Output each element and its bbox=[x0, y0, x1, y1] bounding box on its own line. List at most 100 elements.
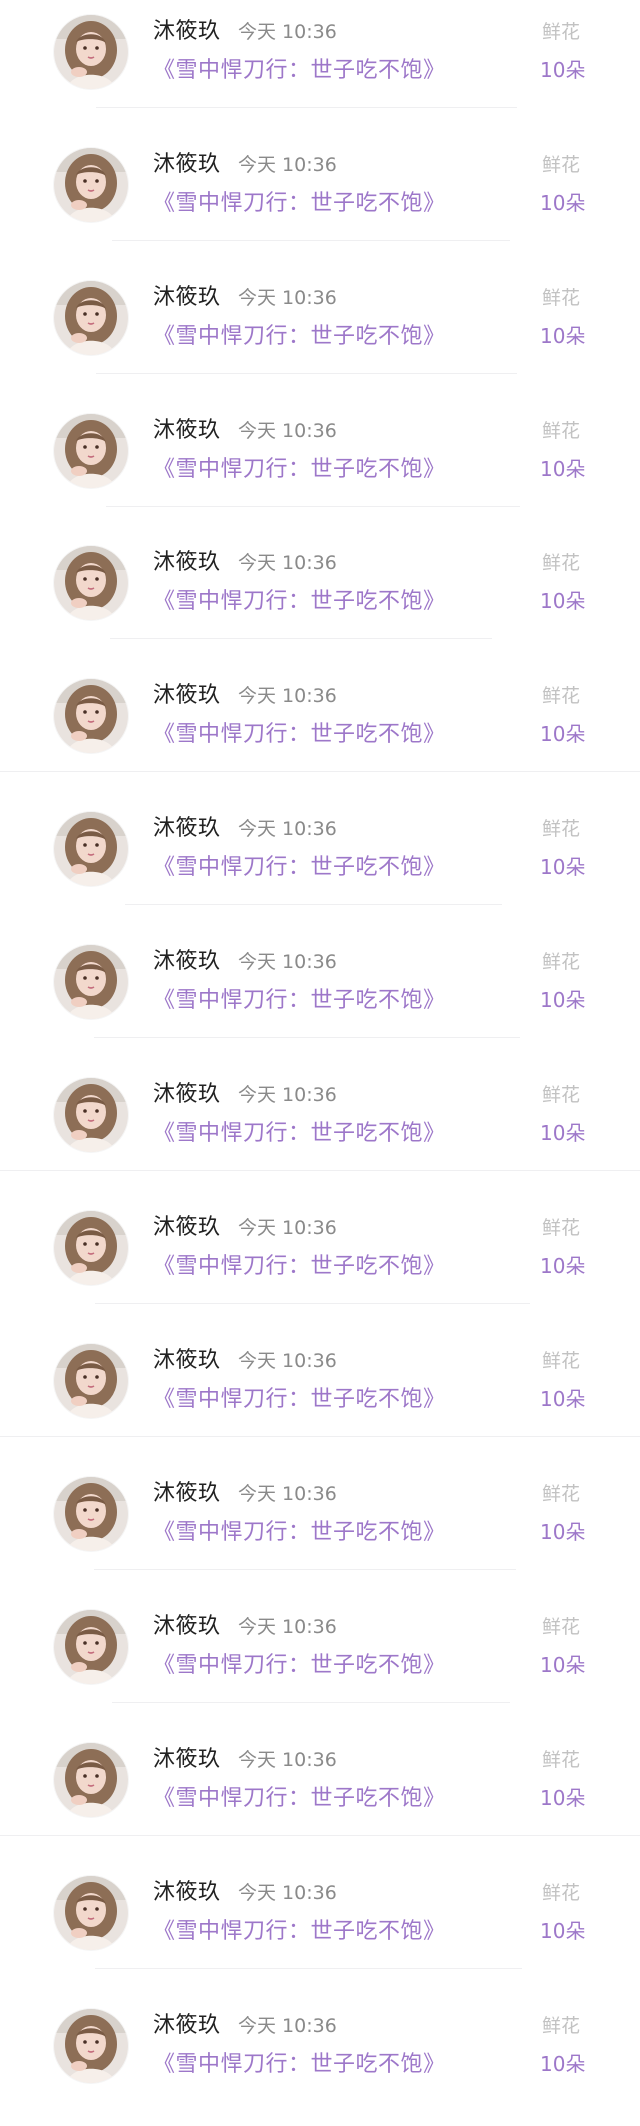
gift-time: 今天 10:36 bbox=[238, 1616, 337, 1638]
avatar-portrait-image bbox=[54, 281, 128, 355]
user-name[interactable]: 沐筱玖 bbox=[153, 1480, 221, 1508]
gift-record-row[interactable]: 沐筱玖 今天 10:36 《雪中悍刀行：世子吃不饱》 鲜花 10朵 bbox=[0, 1196, 640, 1328]
gift-time: 今天 10:36 bbox=[238, 420, 337, 442]
book-title-link[interactable]: 《雪中悍刀行：世子吃不饱》 bbox=[153, 1120, 446, 1148]
user-name[interactable]: 沐筱玖 bbox=[153, 284, 221, 312]
gift-record-row[interactable]: 沐筱玖 今天 10:36 《雪中悍刀行：世子吃不饱》 鲜花 10朵 bbox=[0, 399, 640, 531]
book-title-link[interactable]: 《雪中悍刀行：世子吃不饱》 bbox=[153, 588, 446, 616]
avatar-portrait-image bbox=[54, 1743, 128, 1817]
avatar-portrait-image bbox=[54, 1477, 128, 1551]
user-avatar-photo[interactable] bbox=[54, 281, 128, 355]
gift-type-label: 鲜花 bbox=[542, 1483, 581, 1505]
avatar-portrait-image bbox=[54, 1610, 128, 1684]
gift-record-row[interactable]: 沐筱玖 今天 10:36 《雪中悍刀行：世子吃不饱》 鲜花 10朵 bbox=[0, 531, 640, 663]
gift-time: 今天 10:36 bbox=[238, 154, 337, 176]
user-avatar-photo[interactable] bbox=[54, 812, 128, 886]
user-name[interactable]: 沐筱玖 bbox=[153, 1347, 221, 1375]
avatar-portrait-image bbox=[54, 945, 128, 1019]
gift-count: 10朵 bbox=[540, 1520, 586, 1544]
book-title-link[interactable]: 《雪中悍刀行：世子吃不饱》 bbox=[153, 987, 446, 1015]
gift-record-row[interactable]: 沐筱玖 今天 10:36 《雪中悍刀行：世子吃不饱》 鲜花 10朵 bbox=[0, 266, 640, 398]
avatar-portrait-image bbox=[54, 812, 128, 886]
gift-record-row[interactable]: 沐筱玖 今天 10:36 《雪中悍刀行：世子吃不饱》 鲜花 10朵 bbox=[0, 930, 640, 1062]
gift-count: 10朵 bbox=[540, 457, 586, 481]
user-name[interactable]: 沐筱玖 bbox=[153, 1879, 221, 1907]
row-divider bbox=[0, 1835, 640, 1836]
user-avatar-photo[interactable] bbox=[54, 1477, 128, 1551]
row-divider bbox=[95, 1303, 530, 1304]
user-avatar-photo[interactable] bbox=[54, 1344, 128, 1418]
gift-count: 10朵 bbox=[540, 722, 586, 746]
book-title-link[interactable]: 《雪中悍刀行：世子吃不饱》 bbox=[153, 57, 446, 85]
gift-record-row[interactable]: 沐筱玖 今天 10:36 《雪中悍刀行：世子吃不饱》 鲜花 10朵 bbox=[0, 797, 640, 929]
user-avatar-photo[interactable] bbox=[54, 1876, 128, 1950]
gift-record-row[interactable]: 沐筱玖 今天 10:36 《雪中悍刀行：世子吃不饱》 鲜花 10朵 bbox=[0, 1329, 640, 1461]
user-name[interactable]: 沐筱玖 bbox=[153, 2012, 221, 2040]
user-avatar-photo[interactable] bbox=[54, 414, 128, 488]
user-name[interactable]: 沐筱玖 bbox=[153, 1613, 221, 1641]
user-avatar-photo[interactable] bbox=[54, 546, 128, 620]
user-name[interactable]: 沐筱玖 bbox=[153, 1081, 221, 1109]
user-avatar-photo[interactable] bbox=[54, 1743, 128, 1817]
avatar-portrait-image bbox=[54, 1344, 128, 1418]
gift-count: 10朵 bbox=[540, 1121, 586, 1145]
book-title-link[interactable]: 《雪中悍刀行：世子吃不饱》 bbox=[153, 854, 446, 882]
row-divider bbox=[112, 240, 510, 241]
user-avatar-photo[interactable] bbox=[54, 679, 128, 753]
user-name[interactable]: 沐筱玖 bbox=[153, 682, 221, 710]
row-divider bbox=[112, 1702, 510, 1703]
row-divider bbox=[94, 1569, 516, 1570]
gift-record-row[interactable]: 沐筱玖 今天 10:36 《雪中悍刀行：世子吃不饱》 鲜花 10朵 bbox=[0, 1063, 640, 1195]
user-avatar-photo[interactable] bbox=[54, 1610, 128, 1684]
user-name[interactable]: 沐筱玖 bbox=[153, 549, 221, 577]
user-avatar-photo[interactable] bbox=[54, 1078, 128, 1152]
user-name[interactable]: 沐筱玖 bbox=[153, 1214, 221, 1242]
user-name[interactable]: 沐筱玖 bbox=[153, 1746, 221, 1774]
gift-time: 今天 10:36 bbox=[238, 1882, 337, 1904]
gift-time: 今天 10:36 bbox=[238, 21, 337, 43]
avatar-portrait-image bbox=[54, 148, 128, 222]
user-name[interactable]: 沐筱玖 bbox=[153, 18, 221, 46]
user-name[interactable]: 沐筱玖 bbox=[153, 151, 221, 179]
gift-record-row[interactable]: 沐筱玖 今天 10:36 《雪中悍刀行：世子吃不饱》 鲜花 10朵 bbox=[0, 133, 640, 265]
gift-count: 10朵 bbox=[540, 191, 586, 215]
book-title-link[interactable]: 《雪中悍刀行：世子吃不饱》 bbox=[153, 721, 446, 749]
gift-record-row[interactable]: 沐筱玖 今天 10:36 《雪中悍刀行：世子吃不饱》 鲜花 10朵 bbox=[0, 1728, 640, 1860]
gift-record-row[interactable]: 沐筱玖 今天 10:36 《雪中悍刀行：世子吃不饱》 鲜花 10朵 bbox=[0, 1994, 640, 2126]
book-title-link[interactable]: 《雪中悍刀行：世子吃不饱》 bbox=[153, 1386, 446, 1414]
row-divider bbox=[106, 506, 520, 507]
row-divider bbox=[95, 1968, 522, 1969]
book-title-link[interactable]: 《雪中悍刀行：世子吃不饱》 bbox=[153, 323, 446, 351]
book-title-link[interactable]: 《雪中悍刀行：世子吃不饱》 bbox=[153, 2051, 446, 2079]
book-title-link[interactable]: 《雪中悍刀行：世子吃不饱》 bbox=[153, 1519, 446, 1547]
user-avatar-photo[interactable] bbox=[54, 148, 128, 222]
book-title-link[interactable]: 《雪中悍刀行：世子吃不饱》 bbox=[153, 456, 446, 484]
book-title-link[interactable]: 《雪中悍刀行：世子吃不饱》 bbox=[153, 1785, 446, 1813]
user-name[interactable]: 沐筱玖 bbox=[153, 948, 221, 976]
row-divider bbox=[0, 1170, 640, 1171]
gift-type-label: 鲜花 bbox=[542, 818, 581, 840]
gift-count: 10朵 bbox=[540, 58, 586, 82]
row-divider bbox=[96, 107, 517, 108]
user-avatar-photo[interactable] bbox=[54, 945, 128, 1019]
row-divider bbox=[0, 1436, 640, 1437]
user-name[interactable]: 沐筱玖 bbox=[153, 417, 221, 445]
gift-type-label: 鲜花 bbox=[542, 420, 581, 442]
gift-time: 今天 10:36 bbox=[238, 287, 337, 309]
book-title-link[interactable]: 《雪中悍刀行：世子吃不饱》 bbox=[153, 1918, 446, 1946]
gift-count: 10朵 bbox=[540, 1919, 586, 1943]
gift-record-row[interactable]: 沐筱玖 今天 10:36 《雪中悍刀行：世子吃不饱》 鲜花 10朵 bbox=[0, 1462, 640, 1594]
gift-record-row[interactable]: 沐筱玖 今天 10:36 《雪中悍刀行：世子吃不饱》 鲜花 10朵 bbox=[0, 1595, 640, 1727]
book-title-link[interactable]: 《雪中悍刀行：世子吃不饱》 bbox=[153, 1253, 446, 1281]
user-avatar-photo[interactable] bbox=[54, 15, 128, 89]
gift-record-row[interactable]: 沐筱玖 今天 10:36 《雪中悍刀行：世子吃不饱》 鲜花 10朵 bbox=[0, 664, 640, 796]
gift-record-row[interactable]: 沐筱玖 今天 10:36 《雪中悍刀行：世子吃不饱》 鲜花 10朵 bbox=[0, 0, 640, 132]
user-avatar-photo[interactable] bbox=[54, 1211, 128, 1285]
book-title-link[interactable]: 《雪中悍刀行：世子吃不饱》 bbox=[153, 1652, 446, 1680]
row-divider bbox=[94, 1037, 520, 1038]
user-name[interactable]: 沐筱玖 bbox=[153, 815, 221, 843]
user-avatar-photo[interactable] bbox=[54, 2009, 128, 2083]
avatar-portrait-image bbox=[54, 1078, 128, 1152]
book-title-link[interactable]: 《雪中悍刀行：世子吃不饱》 bbox=[153, 190, 446, 218]
gift-record-row[interactable]: 沐筱玖 今天 10:36 《雪中悍刀行：世子吃不饱》 鲜花 10朵 bbox=[0, 1861, 640, 1993]
